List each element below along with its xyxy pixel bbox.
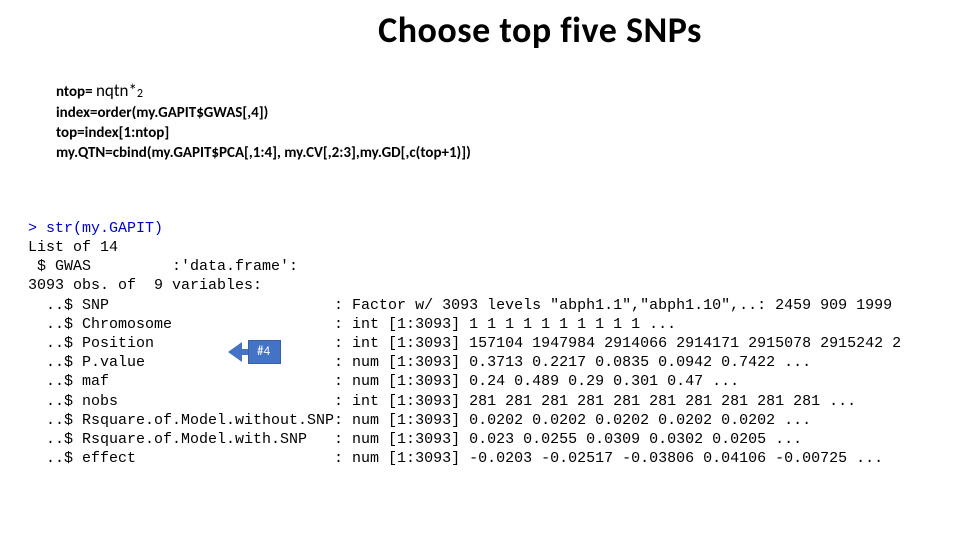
code-line-4: my.QTN=cbind(my.GAPIT$PCA[,1:4], my.CV[,… xyxy=(56,143,960,163)
console-prompt: > str(my.GAPIT) xyxy=(28,220,163,237)
callout-pointer: #4 xyxy=(228,340,281,365)
code-l1-expr-b: 2 xyxy=(137,87,143,101)
arrow-left-icon xyxy=(228,342,242,362)
console-line-8: ..$ nobs : int [1:3093] 281 281 281 281 … xyxy=(28,393,856,410)
console-line-7: ..$ maf : num [1:3093] 0.24 0.489 0.29 0… xyxy=(28,373,739,390)
console-line-2: 3093 obs. of 9 variables: xyxy=(28,277,262,294)
r-code-block: ntop= nqtn*2 index=order(my.GAPIT$GWAS[,… xyxy=(56,80,960,164)
console-line-9: ..$ Rsquare.of.Model.without.SNP: num [1… xyxy=(28,412,811,429)
code-l1-expr-a: nqtn* xyxy=(96,80,137,101)
console-line-11: ..$ effect : num [1:3093] -0.0203 -0.025… xyxy=(28,450,883,467)
code-line-1: ntop= nqtn*2 xyxy=(56,80,960,103)
console-line-10: ..$ Rsquare.of.Model.with.SNP : num [1:3… xyxy=(28,431,802,448)
r-console-output: > str(my.GAPIT) List of 14 $ GWAS :'data… xyxy=(28,200,960,507)
page-title: Choose top five SNPs xyxy=(120,8,960,52)
console-line-4: ..$ Chromosome : int [1:3093] 1 1 1 1 1 … xyxy=(28,316,676,333)
console-line-0: List of 14 xyxy=(28,239,118,256)
console-line-5: ..$ Position : int [1:3093] 157104 19479… xyxy=(28,335,901,352)
callout-badge: #4 xyxy=(248,340,281,365)
code-l1-prefix: ntop= xyxy=(56,83,96,101)
console-line-1: $ GWAS :'data.frame': xyxy=(28,258,298,275)
code-line-3: top=index[1:ntop] xyxy=(56,123,960,143)
console-line-3: ..$ SNP : Factor w/ 3093 levels "abph1.1… xyxy=(28,297,892,314)
console-line-6: ..$ P.value : num [1:3093] 0.3713 0.2217… xyxy=(28,354,811,371)
code-line-2: index=order(my.GAPIT$GWAS[,4]) xyxy=(56,103,960,123)
